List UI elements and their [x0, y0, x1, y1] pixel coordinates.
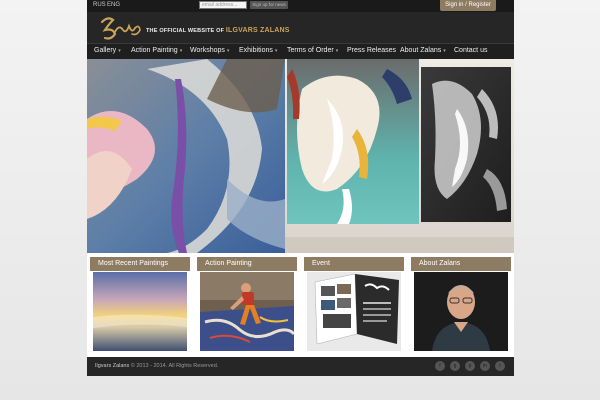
- magazine-spread-image: [307, 272, 401, 351]
- newsletter-signup-button[interactable]: Sign up for news: [250, 1, 288, 9]
- chevron-down-icon: ▾: [274, 48, 278, 54]
- nav-item-exhibitions[interactable]: Exhibitions ▾: [239, 47, 277, 54]
- site-footer: Ilgvars Zalans © 2013 - 2014. All Rights…: [87, 357, 514, 376]
- artist-portrait-image: [414, 272, 508, 351]
- card-title: Event: [304, 257, 404, 271]
- chevron-down-icon: ▾: [443, 48, 446, 54]
- card-title: About Zalans: [411, 257, 511, 271]
- nav-item-gallery[interactable]: Gallery ▾: [94, 47, 121, 54]
- card-title: Most Recent Paintings: [90, 257, 190, 271]
- nav-item-action-painting[interactable]: Action Painting ▾: [131, 47, 182, 54]
- artist-painting-floor-image: [200, 272, 294, 351]
- gallery-wall-paintings-image: [87, 59, 514, 253]
- google-plus-icon[interactable]: g: [450, 361, 460, 371]
- site-header: THE OFFICIAL WEBSITE OF ILGVARS ZALANS: [87, 12, 514, 43]
- chevron-down-icon: ▾: [118, 48, 121, 54]
- chevron-down-icon: ▾: [179, 48, 183, 54]
- signature-logo-icon: [100, 17, 141, 40]
- recent-painting-thumbnail[interactable]: [93, 272, 187, 351]
- event-thumbnail[interactable]: [307, 272, 401, 351]
- chevron-down-icon: ▾: [335, 48, 339, 54]
- sunset-painting-image: [93, 272, 187, 351]
- card-action-painting[interactable]: Action Painting: [197, 257, 297, 353]
- language-rus-link[interactable]: RUS: [93, 2, 106, 8]
- action-painting-thumbnail[interactable]: [200, 272, 294, 351]
- chevron-down-icon: ▾: [226, 48, 230, 54]
- card-title: Action Painting: [197, 257, 297, 271]
- newsletter-email-input[interactable]: email address...: [199, 1, 247, 9]
- linkedin-icon[interactable]: in: [480, 361, 490, 371]
- tagline-prefix: THE OFFICIAL WEBSITE OF: [146, 28, 225, 34]
- card-most-recent-paintings[interactable]: Most Recent Paintings: [90, 257, 190, 353]
- language-eng-link[interactable]: ENG: [107, 2, 120, 8]
- site-logo[interactable]: [99, 14, 143, 42]
- signin-register-button[interactable]: Sign in / Register: [440, 0, 496, 11]
- top-utility-bar: RUS ENG email address... Sign up for new…: [87, 0, 514, 12]
- copyright-text: Ilgvars Zalans © 2013 - 2014. All Rights…: [95, 363, 219, 369]
- nav-item-workshops[interactable]: Workshops ▾: [190, 47, 229, 54]
- twitter-icon[interactable]: t: [495, 361, 505, 371]
- about-thumbnail[interactable]: [414, 272, 508, 351]
- hero-slideshow-image[interactable]: [87, 59, 514, 253]
- nav-item-contact-us[interactable]: Contact us: [454, 47, 487, 54]
- pinterest-icon[interactable]: p: [465, 361, 475, 371]
- tagline-artist-name: ILGVARS ZALANS: [225, 27, 290, 34]
- site-container: RUS ENG email address... Sign up for new…: [87, 0, 514, 400]
- nav-item-about-zalans[interactable]: About Zalans ▾: [400, 47, 446, 54]
- card-about-zalans[interactable]: About Zalans: [411, 257, 511, 353]
- facebook-icon[interactable]: f: [435, 361, 445, 371]
- nav-item-terms-of-order[interactable]: Terms of Order ▾: [287, 47, 338, 54]
- site-tagline: THE OFFICIAL WEBSITE OF ILGVARS ZALANS: [146, 27, 290, 34]
- feature-cards-row: Most Recent Paintings Action Painting Ev…: [87, 253, 514, 357]
- main-navigation: Gallery ▾ Action Painting ▾ Workshops ▾ Exh…: [87, 43, 514, 60]
- nav-item-press-releases[interactable]: Press Releases: [347, 47, 396, 54]
- card-event[interactable]: Event: [304, 257, 404, 353]
- copyright-owner-link[interactable]: Ilgvars Zalans: [95, 363, 129, 369]
